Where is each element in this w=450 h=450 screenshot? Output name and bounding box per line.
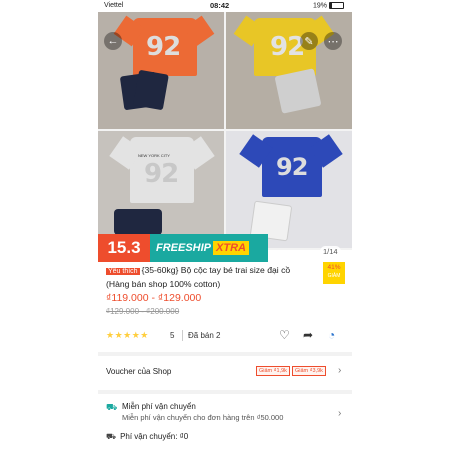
- favorite-badge: Yêu thích: [106, 268, 140, 275]
- sale-date-badge: 15.3: [98, 234, 150, 262]
- voucher-chip[interactable]: Giảm ₫1,9k: [256, 366, 290, 376]
- discount-percent: 41%: [327, 264, 341, 271]
- product-photo-blue: 92: [226, 131, 352, 248]
- xtra-label: XTRA: [213, 241, 249, 255]
- more-options-icon[interactable]: ⋯: [324, 32, 342, 50]
- product-image-gallery[interactable]: 92 92 NEW YORK CITY 92 92 ← ✎ ⋯ 15.3 FRE…: [98, 12, 352, 262]
- heart-icon[interactable]: ♡: [279, 328, 290, 342]
- free-shipping-desc: Miễn phí vận chuyển cho đơn hàng trên ₫5…: [122, 413, 284, 422]
- image-counter: 1/14: [320, 246, 341, 257]
- section-divider: [98, 390, 352, 394]
- shirt-print: 92: [270, 32, 305, 62]
- freeship-label: FREESHIP: [156, 242, 212, 254]
- chevron-right-icon[interactable]: ›: [338, 408, 341, 419]
- product-photo-gray: NEW YORK CITY 92: [98, 131, 224, 248]
- shirt-print: 92: [276, 153, 308, 181]
- product-title: Yêu thích {35-60kg} Bộ cộc tay bé trai si…: [106, 264, 314, 290]
- product-photo-yellow: 92: [226, 12, 352, 129]
- freeship-badge: FREESHIP XTRA: [150, 234, 268, 262]
- battery-icon: [329, 2, 344, 9]
- clock: 08:42: [210, 1, 230, 10]
- price-range: ₫119.000 - ₫129.000: [106, 292, 202, 304]
- shirt-print: 92: [146, 32, 181, 62]
- shirt-print: 92: [144, 159, 179, 189]
- shipping-fee-row: ⛟ Phí vận chuyển: ₫0: [106, 432, 188, 442]
- voucher-chip[interactable]: Giảm ₫3,9k: [292, 366, 326, 376]
- status-bar: Viettel 08:42 19%: [98, 0, 352, 12]
- carrier-name: Viettel: [104, 2, 124, 9]
- sold-count: Đã bán 2: [188, 331, 221, 340]
- rating-row: ★★★★★ 5 Đã bán 2 ♡ ➦ ◔: [106, 328, 346, 344]
- promo-banner: 15.3 FREESHIP XTRA: [98, 234, 268, 262]
- shirt-text-print: NEW YORK CITY: [138, 153, 170, 158]
- divider: [182, 330, 183, 341]
- battery-percent: 19%: [312, 2, 327, 10]
- chevron-right-icon[interactable]: ›: [338, 365, 341, 376]
- voucher-label: Voucher của Shop: [106, 367, 172, 376]
- star-rating-icon: ★★★★★: [106, 330, 149, 340]
- discount-unit: GIẢM: [327, 273, 341, 279]
- truck-icon: ⛟: [106, 432, 117, 441]
- share-icon[interactable]: ✎: [300, 32, 318, 50]
- product-screen: Viettel 08:42 19% 92 92 NEW YORK CITY 92…: [98, 0, 352, 450]
- share-arrow-icon[interactable]: ➦: [303, 328, 313, 342]
- original-price: ₫129.000 - ₫200.000: [106, 307, 180, 316]
- chat-compare-icon[interactable]: ◔: [328, 328, 335, 342]
- discount-badge: 41% GIẢM: [323, 262, 345, 284]
- rating-score: 5: [170, 331, 175, 340]
- section-divider: [98, 352, 352, 356]
- shop-voucher-row[interactable]: Voucher của Shop Giảm ₫1,9k Giảm ₫3,9k ›: [106, 365, 346, 380]
- truck-icon: ⛟: [106, 402, 118, 412]
- free-shipping-title: Miễn phí vận chuyển: [122, 402, 196, 411]
- product-photo-orange: 92: [98, 12, 224, 129]
- back-arrow-icon[interactable]: ←: [104, 32, 122, 50]
- shipping-fee-label: Phí vận chuyển: ₫0: [120, 432, 189, 441]
- battery-indicator: 19%: [313, 2, 344, 9]
